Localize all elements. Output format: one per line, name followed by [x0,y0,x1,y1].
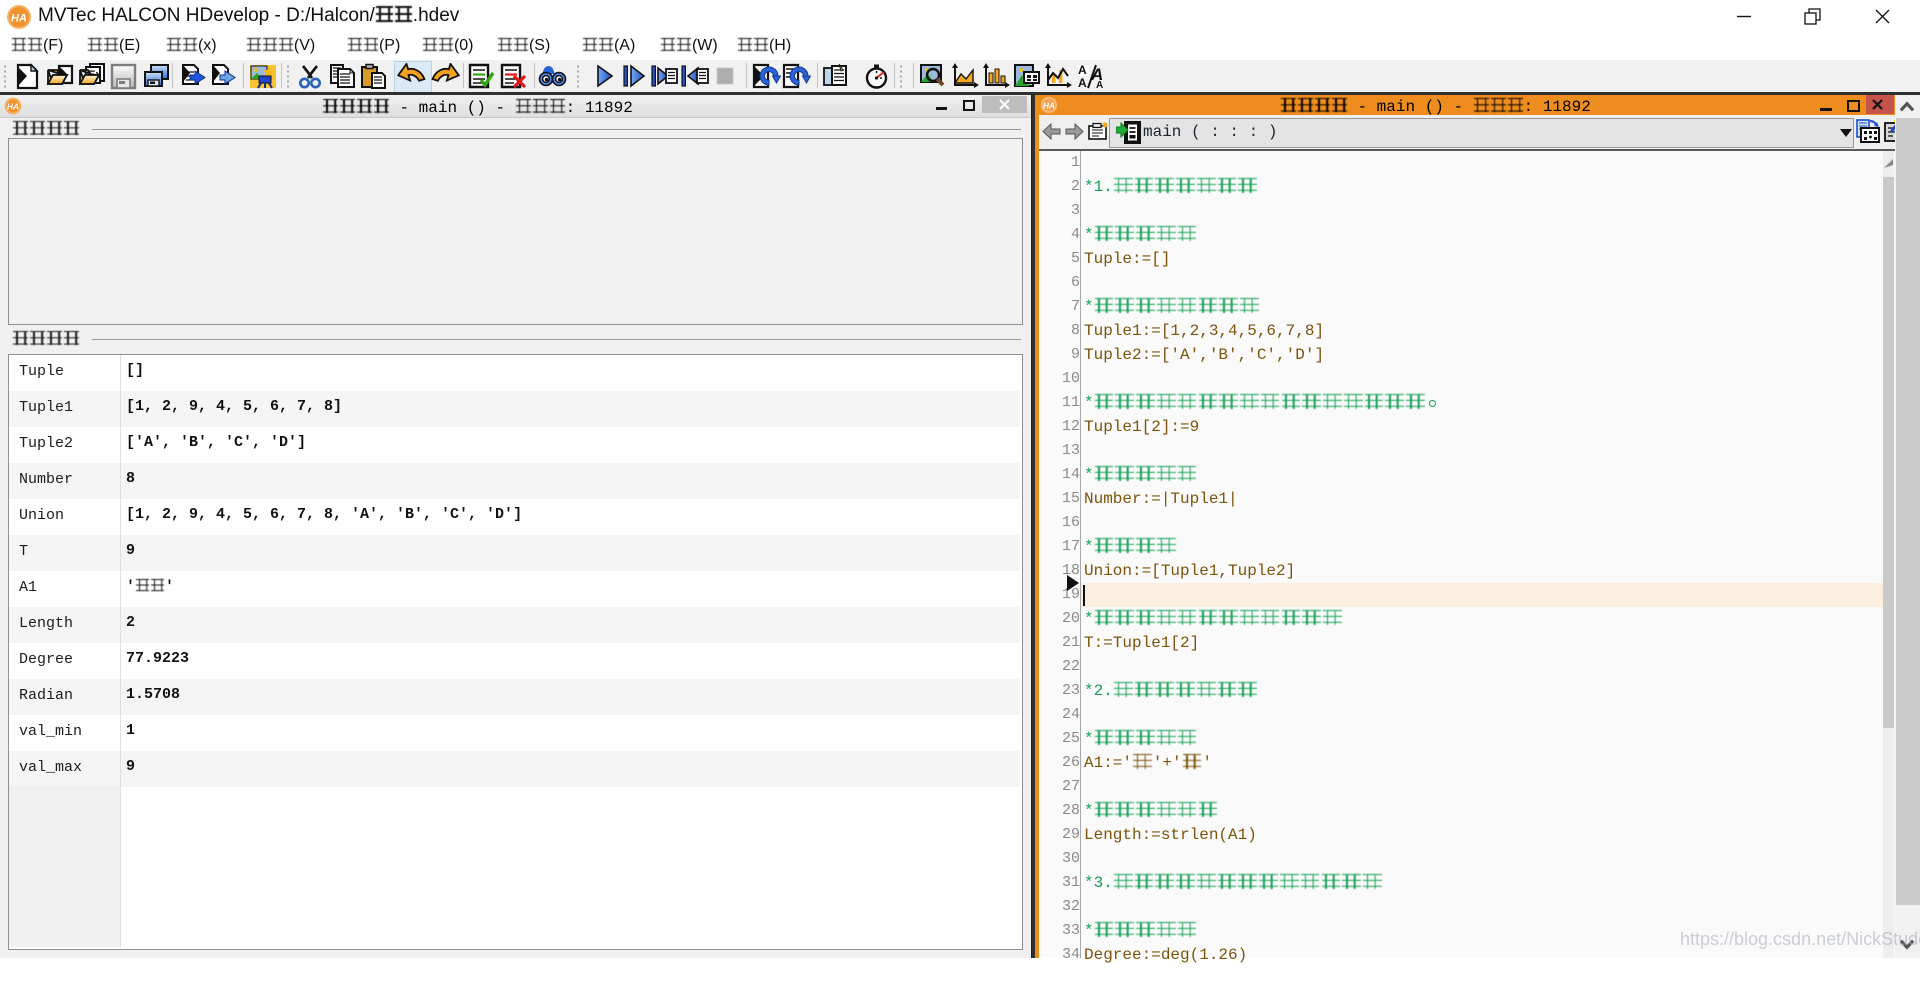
svg-text:A: A [1078,76,1087,90]
svg-text:HA: HA [1043,101,1055,110]
svg-text:HA: HA [11,13,27,25]
svg-text:A: A [1096,80,1103,90]
svg-text:A: A [1078,63,1087,77]
svg-text:HA: HA [7,102,19,111]
